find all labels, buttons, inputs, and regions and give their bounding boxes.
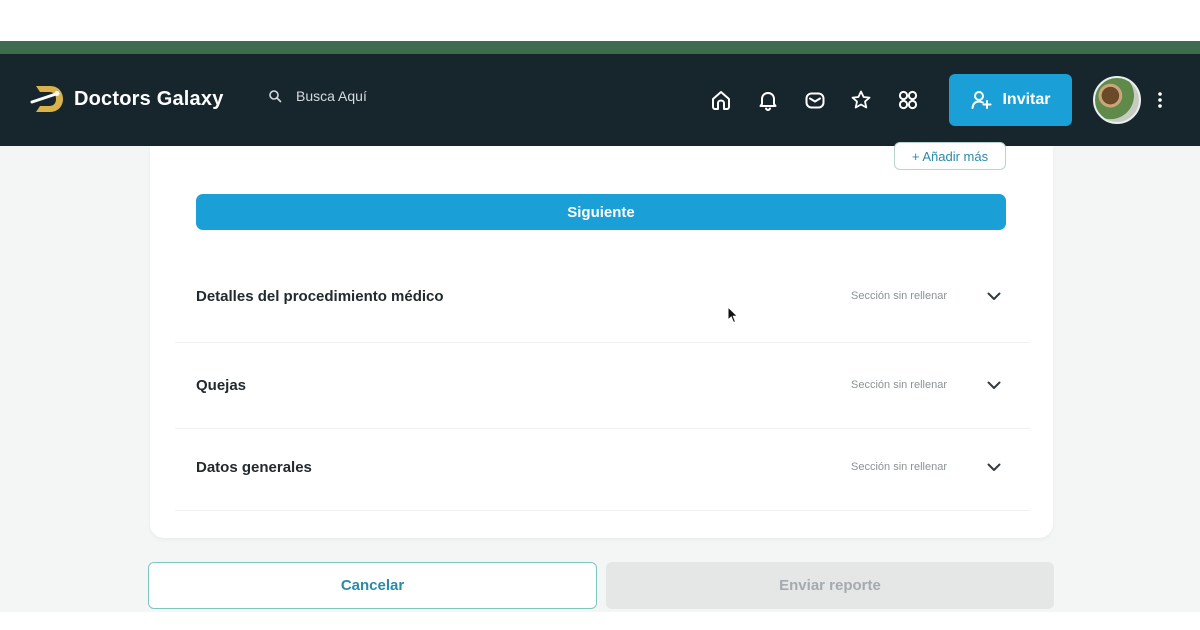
add-user-icon <box>971 91 992 109</box>
section-general-data[interactable]: Datos generales Sección sin rellenar <box>196 447 1006 487</box>
section-title: Quejas <box>196 376 247 394</box>
invite-button[interactable]: Invitar <box>949 74 1072 126</box>
navbar: Doctors Galaxy Busca Aquí Invitar <box>0 54 1200 146</box>
cancel-button[interactable]: Cancelar <box>148 562 597 609</box>
next-button[interactable]: Siguiente <box>196 194 1006 230</box>
star-icon[interactable] <box>849 88 873 112</box>
bell-icon[interactable] <box>756 88 780 112</box>
section-divider <box>175 510 1030 511</box>
section-status: Sección sin rellenar <box>851 379 947 391</box>
apps-icon[interactable] <box>896 88 920 112</box>
search-box[interactable]: Busca Aquí <box>268 88 367 104</box>
home-icon[interactable] <box>709 88 733 112</box>
doctors-galaxy-logo-icon <box>30 86 63 112</box>
top-bar-blank <box>0 0 1200 41</box>
section-complaints[interactable]: Quejas Sección sin rellenar <box>196 365 1006 405</box>
section-title: Datos generales <box>196 458 312 476</box>
section-divider <box>175 342 1030 343</box>
bottom-area <box>0 612 1200 630</box>
invite-label: Invitar <box>1002 91 1051 108</box>
section-divider <box>175 428 1030 429</box>
section-procedure-details[interactable]: Detalles del procedimiento médico Secció… <box>196 276 1006 316</box>
brand-strip <box>0 41 1200 54</box>
section-title: Detalles del procedimiento médico <box>196 287 444 305</box>
mouse-cursor-icon <box>727 306 739 324</box>
add-more-button[interactable]: + Añadir más <box>894 142 1006 170</box>
more-options-icon[interactable] <box>1155 90 1165 110</box>
search-icon <box>269 90 282 103</box>
avatar[interactable] <box>1093 76 1141 124</box>
chevron-down-icon[interactable] <box>986 459 1002 475</box>
brand-name: Doctors Galaxy <box>74 87 224 110</box>
logo[interactable]: Doctors Galaxy <box>30 82 224 116</box>
search-input[interactable]: Busca Aquí <box>296 88 367 104</box>
mail-icon[interactable] <box>803 88 827 112</box>
chevron-down-icon[interactable] <box>986 288 1002 304</box>
send-report-button[interactable]: Enviar reporte <box>606 562 1054 609</box>
chevron-down-icon[interactable] <box>986 377 1002 393</box>
section-status: Sección sin rellenar <box>851 290 947 302</box>
section-status: Sección sin rellenar <box>851 461 947 473</box>
